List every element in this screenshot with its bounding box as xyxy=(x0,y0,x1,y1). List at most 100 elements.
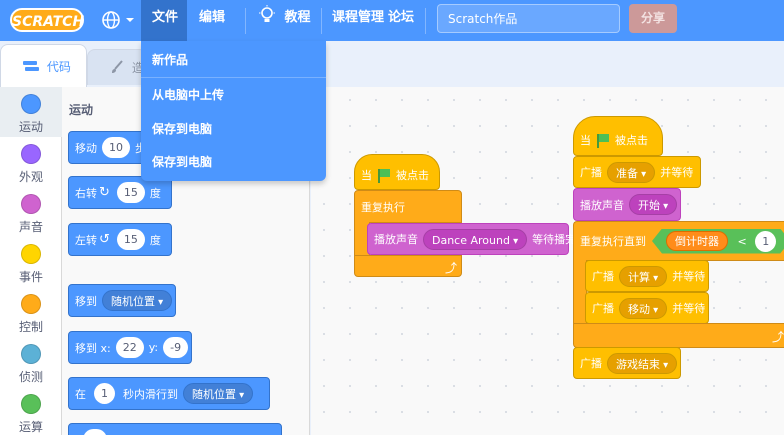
motion-category-icon xyxy=(21,94,41,114)
tab-code[interactable]: 代码 xyxy=(0,44,87,89)
operator-label: < xyxy=(737,234,747,248)
menu-item-save-2[interactable]: 保存到电脑 xyxy=(141,145,326,179)
category-sensing[interactable]: 侦测 xyxy=(0,337,62,387)
seconds-input[interactable]: 1 xyxy=(94,383,115,404)
seconds-input[interactable] xyxy=(83,429,107,435)
menu-item-new-project[interactable]: 新作品 xyxy=(141,43,326,77)
block-broadcast-and-wait[interactable]: 广播 准备 并等待 xyxy=(573,156,701,188)
events-category-icon xyxy=(21,244,41,264)
sound-category-icon xyxy=(21,194,41,214)
brush-icon xyxy=(112,60,123,73)
block-label: 并等待 xyxy=(672,270,706,283)
green-flag-icon xyxy=(377,169,391,183)
category-looks[interactable]: 外观 xyxy=(0,137,62,187)
category-label: 事件 xyxy=(18,270,43,284)
block-label: 并等待 xyxy=(660,166,694,179)
block-goto[interactable]: 移到 随机位置 xyxy=(68,284,176,317)
block-label: 等待播完 xyxy=(532,233,577,246)
operator-less-than[interactable]: 倒计时器 < 1 xyxy=(652,229,784,254)
compare-value-input[interactable]: 1 xyxy=(755,231,776,252)
file-dropdown-menu: 新作品 从电脑中上传 保存到电脑 保存到电脑 xyxy=(141,41,326,181)
caret-down-icon xyxy=(126,18,134,22)
block-label: 广播 xyxy=(580,357,602,370)
timer-variable-reporter[interactable]: 倒计时器 xyxy=(666,231,728,251)
sound-dropdown[interactable]: 开始 xyxy=(629,194,678,215)
category-sound[interactable]: 声音 xyxy=(0,187,62,237)
language-menu[interactable] xyxy=(101,10,137,30)
course-menu[interactable]: 课程管理 xyxy=(332,0,384,41)
rotate-right-icon: ↻ xyxy=(99,185,110,200)
globe-icon xyxy=(102,11,134,29)
block-label: 秒内滑行到 xyxy=(123,387,178,401)
degrees-input[interactable]: 15 xyxy=(116,182,145,203)
block-when-flag-clicked[interactable]: 当 被点击 xyxy=(354,154,440,190)
message-dropdown[interactable]: 计算 xyxy=(619,265,668,287)
file-menu[interactable]: 文件 xyxy=(141,0,187,41)
edit-menu[interactable]: 编辑 xyxy=(199,0,233,41)
project-title-input[interactable]: Scratch作品 xyxy=(437,4,620,33)
operators-category-icon xyxy=(21,394,41,414)
menu-divider xyxy=(425,8,426,34)
block-turn-left[interactable]: 左转 ↺ 15 度 xyxy=(68,223,172,256)
block-label: 当 xyxy=(580,134,591,147)
category-label: 运动 xyxy=(18,120,43,134)
block-label: 并等待 xyxy=(672,302,706,315)
sensing-category-icon xyxy=(21,344,41,364)
block-label: 右转 xyxy=(75,186,97,200)
category-motion[interactable]: 运动 xyxy=(0,87,62,137)
block-label: 播放声音 xyxy=(580,198,624,212)
block-label: 移到 x: xyxy=(75,341,111,355)
block-label: 度 xyxy=(149,233,161,247)
block-when-flag-clicked[interactable]: 当 被点击 xyxy=(573,116,663,156)
editor-tabs: 代码 造 xyxy=(0,41,784,89)
script-canvas[interactable]: 当 被点击 重复执行 播放声音 Dance Around 等待播完 ⤴ 当 被点… xyxy=(311,87,784,435)
steps-input[interactable]: 10 xyxy=(102,137,130,158)
code-icon xyxy=(23,61,39,71)
block-label: 移到 xyxy=(75,294,97,308)
block-glide-xy-partial[interactable] xyxy=(68,423,282,435)
category-operators[interactable]: 运算 xyxy=(0,387,62,435)
menu-item-upload[interactable]: 从电脑中上传 xyxy=(141,78,326,112)
menu-bar: SCRATCH 文件 编辑 教程 课程管理 论坛 Scratch作品 分享 xyxy=(0,0,784,41)
x-input[interactable]: 22 xyxy=(115,337,144,358)
block-label: 广播 xyxy=(592,302,614,315)
category-control[interactable]: 控制 xyxy=(0,287,62,337)
block-play-sound-until-done[interactable]: 播放声音 Dance Around 等待播完 xyxy=(367,223,576,255)
tab-code-label: 代码 xyxy=(46,60,71,74)
block-repeat-until[interactable]: 重复执行直到 倒计时器 < 1 xyxy=(573,221,784,261)
block-glide[interactable]: 在 1 秒内滑行到 随机位置 xyxy=(68,377,270,410)
rotate-left-icon: ↺ xyxy=(99,232,110,247)
menu-divider xyxy=(321,8,322,34)
goto-target-dropdown[interactable]: 随机位置 xyxy=(102,290,173,311)
category-label: 声音 xyxy=(18,220,43,234)
tutorials-menu[interactable]: 教程 xyxy=(258,0,318,41)
y-input[interactable]: -9 xyxy=(163,337,189,358)
green-flag-icon xyxy=(596,134,610,148)
block-label: 广播 xyxy=(592,270,614,283)
message-dropdown[interactable]: 移动 xyxy=(619,297,668,319)
forum-menu[interactable]: 论坛 xyxy=(388,0,414,41)
message-dropdown[interactable]: 游戏结束 xyxy=(607,352,678,374)
block-label: 被点击 xyxy=(615,134,648,147)
repeat-bottom: ⤴ xyxy=(573,323,784,348)
degrees-input[interactable]: 15 xyxy=(116,229,145,250)
share-button[interactable]: 分享 xyxy=(629,4,677,33)
block-label: 重复执行直到 xyxy=(580,235,646,248)
block-goto-xy[interactable]: 移到 x: 22 y: -9 xyxy=(68,331,192,364)
block-broadcast-and-wait[interactable]: 广播 移动 并等待 xyxy=(585,292,709,324)
block-broadcast-and-wait[interactable]: 广播 计算 并等待 xyxy=(585,260,709,292)
sound-dropdown[interactable]: Dance Around xyxy=(423,228,528,250)
scratch-logo[interactable]: SCRATCH xyxy=(10,8,84,32)
block-label: 广播 xyxy=(580,166,602,179)
forever-bottom: ⤴ xyxy=(354,255,462,277)
menu-item-save[interactable]: 保存到电脑 xyxy=(141,112,326,146)
tab-costumes[interactable]: 造 xyxy=(87,49,147,85)
tutorials-label: 教程 xyxy=(284,10,311,25)
glide-target-dropdown[interactable]: 随机位置 xyxy=(183,383,254,404)
message-dropdown[interactable]: 准备 xyxy=(607,161,656,183)
block-broadcast[interactable]: 广播 游戏结束 xyxy=(573,347,681,379)
block-categories: 运动 外观 声音 事件 控制 侦测 运算 xyxy=(0,87,62,435)
block-start-sound[interactable]: 播放声音 开始 xyxy=(573,188,681,221)
block-forever[interactable]: 重复执行 xyxy=(354,190,462,223)
category-events[interactable]: 事件 xyxy=(0,237,62,287)
